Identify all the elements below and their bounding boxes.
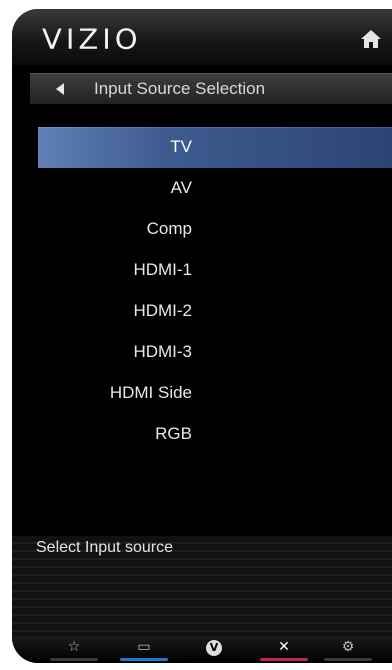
vizio-logo: VIZIO <box>42 22 142 56</box>
input-item[interactable]: HDMI-1 <box>38 250 392 291</box>
input-item-label: Comp <box>146 219 192 238</box>
gear-button[interactable]: ⚙ <box>320 636 376 663</box>
button-underline <box>324 658 372 661</box>
button-underline <box>50 658 98 661</box>
close-icon: ✕ <box>278 639 290 655</box>
picture-button[interactable]: ▭ <box>116 636 172 663</box>
button-underline <box>260 658 308 661</box>
input-item-label: HDMI-2 <box>133 301 192 320</box>
input-item-label: HDMI-1 <box>133 260 192 279</box>
back-button[interactable] <box>30 74 85 104</box>
input-item[interactable]: Comp <box>38 209 392 250</box>
home-icon[interactable] <box>360 29 382 49</box>
input-item[interactable]: RGB <box>38 414 392 455</box>
input-item[interactable]: AV <box>38 168 392 209</box>
menu-title-bar: Input Source Selection <box>30 73 392 104</box>
bottom-button-bar: ☆ ▭ V ✕ ⚙ <box>12 636 392 663</box>
button-underline <box>120 658 168 661</box>
input-item-label: TV <box>170 137 192 156</box>
input-item[interactable]: TV <box>38 127 392 168</box>
tv-menu-panel: VIZIO Input Source Selection TV AV Comp HDM… <box>12 9 392 663</box>
status-area: Select Input source <box>12 536 392 636</box>
status-text: Select Input source <box>36 539 173 556</box>
button-underline <box>190 658 238 661</box>
picture-icon: ▭ <box>137 639 151 655</box>
input-item[interactable]: HDMI Side <box>38 373 392 414</box>
close-button[interactable]: ✕ <box>256 636 312 663</box>
input-item-label: HDMI-3 <box>133 342 192 361</box>
input-item-label: HDMI Side <box>109 383 192 402</box>
input-source-list: TV AV Comp HDMI-1 HDMI-2 HDMI-3 HDMI Side RGB <box>38 127 392 455</box>
menu-title: Input Source Selection <box>94 79 266 98</box>
input-item[interactable]: HDMI-2 <box>38 291 392 332</box>
star-button[interactable]: ☆ <box>46 636 102 663</box>
vizio-v-button[interactable]: V <box>186 636 242 663</box>
gear-icon: ⚙ <box>341 639 355 655</box>
vizio-v-icon: V <box>186 640 242 656</box>
input-item[interactable]: HDMI-3 <box>38 332 392 373</box>
input-item-label: RGB <box>155 424 192 443</box>
input-item-label: AV <box>170 178 192 197</box>
star-icon: ☆ <box>67 639 81 655</box>
header-bar: VIZIO <box>12 9 392 65</box>
left-triangle-icon <box>56 83 64 95</box>
